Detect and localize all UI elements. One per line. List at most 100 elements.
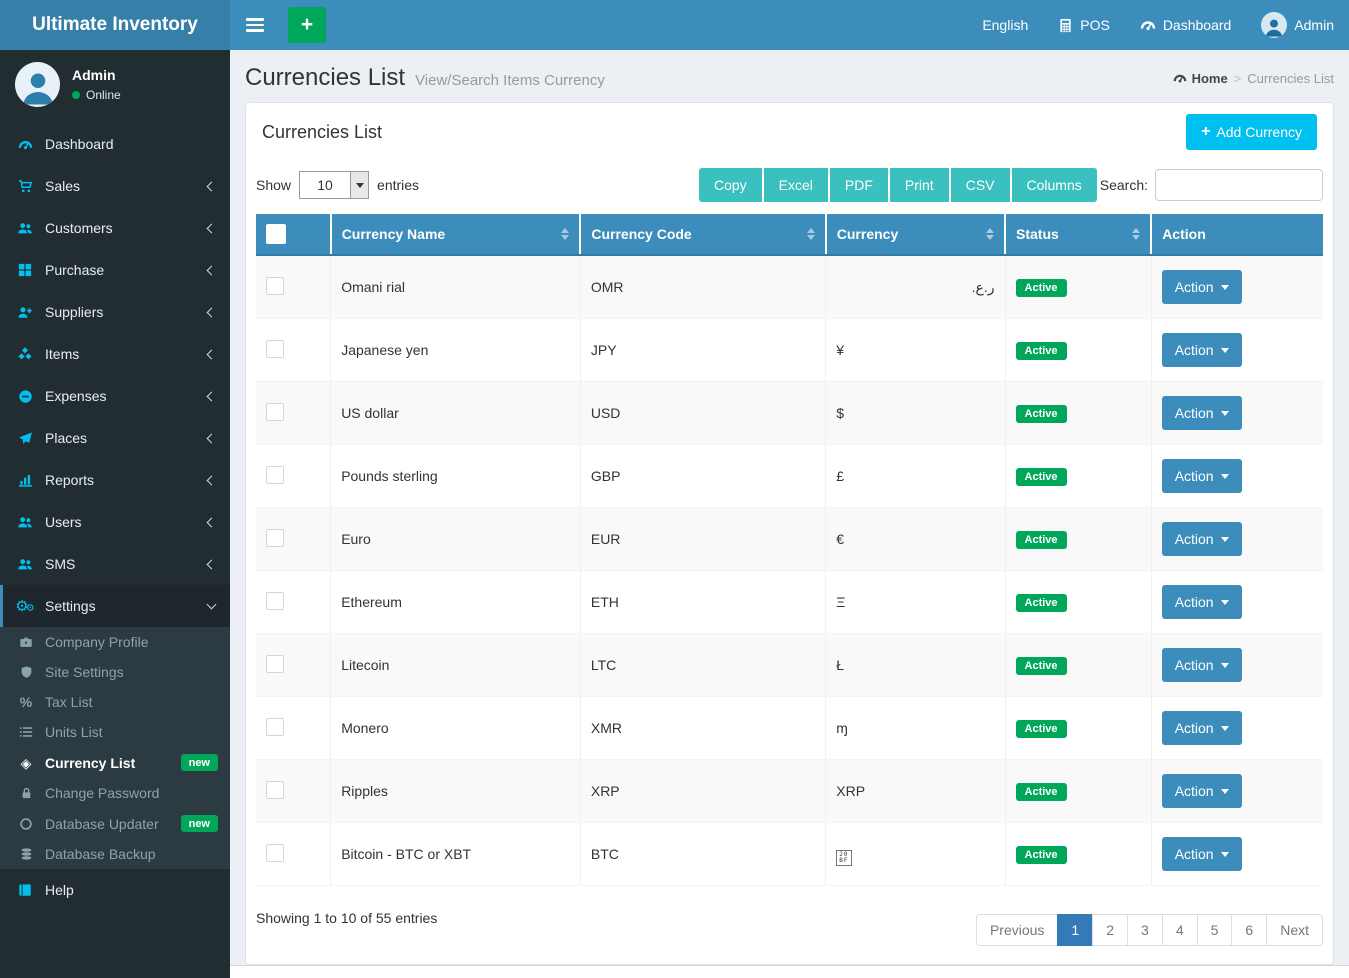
pagination-page-4[interactable]: 4 xyxy=(1162,914,1198,946)
action-dropdown-button[interactable]: Action xyxy=(1162,396,1242,430)
settings-submenu: Company Profile Site Settings %Tax ListUni… xyxy=(0,627,230,869)
sidebar-item-customers[interactable]: Customers xyxy=(0,207,230,249)
column-header-currency-name[interactable]: Currency Name xyxy=(331,214,581,255)
select-all-header-cell xyxy=(256,214,331,255)
app-logo[interactable]: Ultimate Inventory xyxy=(0,0,230,50)
currency-code-cell: USD xyxy=(580,382,825,445)
dashboard-link[interactable]: Dashboard xyxy=(1125,0,1247,50)
table-body: Omani rial OMR ر.ع. Active Action Japane… xyxy=(256,255,1323,886)
sidebar-item-database-updater[interactable]: Database Updaternew xyxy=(0,808,230,839)
row-checkbox[interactable] xyxy=(266,844,284,862)
row-checkbox[interactable] xyxy=(266,718,284,736)
pagination-page-6[interactable]: 6 xyxy=(1231,914,1267,946)
row-checkbox[interactable] xyxy=(266,781,284,799)
status-badge: Active xyxy=(1016,405,1067,423)
status-badge: Active xyxy=(1016,720,1067,738)
action-dropdown-button[interactable]: Action xyxy=(1162,333,1242,367)
sidebar-item-units-list[interactable]: Units List xyxy=(0,717,230,747)
caret-down-icon xyxy=(1221,852,1229,857)
row-checkbox[interactable] xyxy=(266,592,284,610)
row-checkbox[interactable] xyxy=(266,529,284,547)
user-menu[interactable]: Admin xyxy=(1246,0,1349,50)
sidebar-item-sms[interactable]: SMS xyxy=(0,543,230,585)
action-cell: Action xyxy=(1151,571,1323,634)
sidebar-item-currency-list[interactable]: ◈Currency Listnew xyxy=(0,747,230,778)
sidebar-item-sales[interactable]: Sales xyxy=(0,165,230,207)
columns-export-button[interactable]: Columns xyxy=(1012,168,1097,202)
sidebar-item-company-profile[interactable]: Company Profile xyxy=(0,627,230,657)
row-checkbox[interactable] xyxy=(266,340,284,358)
add-currency-button[interactable]: + Add Currency xyxy=(1186,114,1317,150)
home-gauge-icon xyxy=(1173,71,1187,85)
pagination-next[interactable]: Next xyxy=(1266,914,1323,946)
action-dropdown-button[interactable]: Action xyxy=(1162,837,1242,871)
sidebar-item-site-settings[interactable]: Site Settings xyxy=(0,657,230,687)
caret-down-icon xyxy=(1221,789,1229,794)
action-dropdown-button[interactable]: Action xyxy=(1162,648,1242,682)
column-header-currency[interactable]: Currency xyxy=(826,214,1005,255)
status-badge: Active xyxy=(1016,468,1067,486)
sidebar-item-database-backup[interactable]: Database Backup xyxy=(0,839,230,869)
action-dropdown-button[interactable]: Action xyxy=(1162,459,1242,493)
print-export-button[interactable]: Print xyxy=(890,168,949,202)
page-length-select[interactable]: 10 xyxy=(299,171,369,199)
sidebar-item-users[interactable]: Users xyxy=(0,501,230,543)
sidebar-item-help[interactable]: Help xyxy=(0,869,230,911)
action-dropdown-button[interactable]: Action xyxy=(1162,711,1242,745)
row-checkbox[interactable] xyxy=(266,403,284,421)
pagination-page-1[interactable]: 1 xyxy=(1057,914,1093,946)
sidebar-item-reports[interactable]: Reports xyxy=(0,459,230,501)
book-icon xyxy=(15,883,35,897)
sidebar-user-status[interactable]: Online xyxy=(72,88,121,102)
column-header-status[interactable]: Status xyxy=(1005,214,1151,255)
action-cell: Action xyxy=(1151,760,1323,823)
caret-down-icon xyxy=(1221,600,1229,605)
action-cell: Action xyxy=(1151,697,1323,760)
action-dropdown-button[interactable]: Action xyxy=(1162,774,1242,808)
pagination-page-5[interactable]: 5 xyxy=(1197,914,1233,946)
sidebar-item-expenses[interactable]: Expenses xyxy=(0,375,230,417)
sidebar-item-suppliers[interactable]: Suppliers xyxy=(0,291,230,333)
currency-name-cell: Monero xyxy=(331,697,581,760)
pagination-page-2[interactable]: 2 xyxy=(1092,914,1128,946)
csv-export-button[interactable]: CSV xyxy=(951,168,1010,202)
sidebar-item-dashboard[interactable]: Dashboard xyxy=(0,123,230,165)
action-dropdown-button[interactable]: Action xyxy=(1162,585,1242,619)
panel-title: Currencies List xyxy=(262,122,382,143)
user-label: Admin xyxy=(1294,17,1334,33)
sidebar-item-places[interactable]: Places xyxy=(0,417,230,459)
search-input[interactable] xyxy=(1155,169,1323,201)
action-dropdown-button[interactable]: Action xyxy=(1162,270,1242,304)
row-checkbox[interactable] xyxy=(266,466,284,484)
pos-link[interactable]: POS xyxy=(1043,0,1125,50)
submenu-item-label: Database Updater xyxy=(45,816,159,832)
sidebar-item-tax-list[interactable]: %Tax List xyxy=(0,687,230,717)
table-row: US dollar USD $ Active Action xyxy=(256,382,1323,445)
copy-export-button[interactable]: Copy xyxy=(699,168,762,202)
sidebar-item-change-password[interactable]: Change Password xyxy=(0,778,230,808)
breadcrumb-home[interactable]: Home xyxy=(1173,71,1228,86)
row-checkbox[interactable] xyxy=(266,655,284,673)
gauge-icon xyxy=(1140,17,1156,33)
action-dropdown-button[interactable]: Action xyxy=(1162,522,1242,556)
column-header-currency-code[interactable]: Currency Code xyxy=(580,214,825,255)
row-checkbox[interactable] xyxy=(266,277,284,295)
sort-icon xyxy=(807,228,815,240)
sidebar-item-settings[interactable]: ⚙⚙Settings xyxy=(0,585,230,627)
submenu-item-label: Change Password xyxy=(45,785,159,801)
select-all-checkbox[interactable] xyxy=(266,224,286,244)
currency-name-cell: Euro xyxy=(331,508,581,571)
submenu-item-label: Site Settings xyxy=(45,664,124,680)
quick-add-button[interactable]: + xyxy=(288,7,326,43)
language-menu[interactable]: English xyxy=(967,0,1043,50)
pdf-export-button[interactable]: PDF xyxy=(830,168,888,202)
sidebar-item-items[interactable]: Items xyxy=(0,333,230,375)
sidebar-toggle-icon[interactable] xyxy=(230,0,280,50)
sidebar-item-purchase[interactable]: Purchase xyxy=(0,249,230,291)
currencies-table: Currency NameCurrency CodeCurrencyStatus… xyxy=(256,214,1323,886)
submenu-item-label: Tax List xyxy=(45,694,92,710)
calculator-icon xyxy=(1058,18,1073,33)
pagination-page-3[interactable]: 3 xyxy=(1127,914,1163,946)
pagination-previous[interactable]: Previous xyxy=(976,914,1058,946)
excel-export-button[interactable]: Excel xyxy=(764,168,828,202)
